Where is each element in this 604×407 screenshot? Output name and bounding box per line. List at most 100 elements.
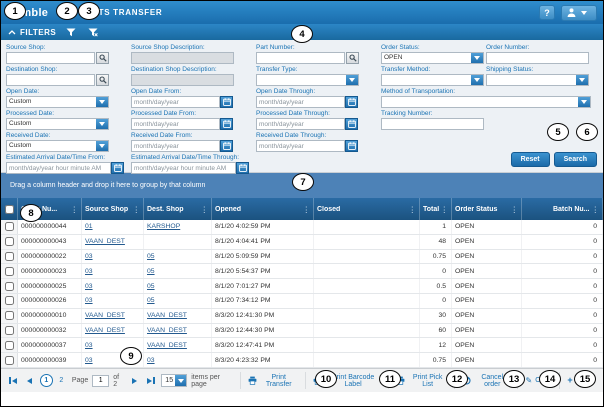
destination-shop-input[interactable]: [6, 74, 95, 86]
chevron-down-icon[interactable]: [96, 119, 108, 129]
received-date-from-input[interactable]: [131, 140, 220, 152]
table-row[interactable]: 000000000023 03 05 8/1/20 5:54:37 PM 0 OPEN 0: [1, 264, 603, 280]
cell-dest-shop[interactable]: 05: [144, 249, 212, 264]
shop-link[interactable]: VAAN_DEST: [147, 342, 187, 349]
column-header-source-shop[interactable]: Source Shop ⋮: [82, 198, 144, 220]
estimated-arrival-through-input[interactable]: [131, 162, 236, 174]
shop-link[interactable]: 03: [147, 357, 155, 364]
shop-link[interactable]: 03: [85, 253, 93, 260]
row-checkbox[interactable]: [4, 355, 14, 365]
table-row[interactable]: 000000000025 03 05 8/1/20 7:01:27 PM 0.5 OPEN…: [1, 279, 603, 294]
row-checkbox[interactable]: [4, 251, 14, 261]
select-all-checkbox[interactable]: [4, 204, 14, 214]
shop-link[interactable]: KARSHOP: [147, 223, 180, 230]
save-filter-icon[interactable]: [64, 26, 78, 38]
calendar-icon[interactable]: [220, 118, 233, 130]
column-header-opened[interactable]: Opened ⋮: [212, 198, 314, 220]
row-checkbox[interactable]: [4, 222, 14, 232]
transfer-type-select[interactable]: [256, 74, 359, 86]
processed-date-from-input[interactable]: [131, 118, 220, 130]
calendar-icon[interactable]: [236, 162, 249, 174]
chevron-down-icon[interactable]: [346, 75, 358, 85]
calendar-icon[interactable]: [345, 140, 358, 152]
table-row[interactable]: 000000000043 VAAN_DEST 8/1/20 4:04:41 PM 48…: [1, 234, 603, 250]
chevron-down-icon[interactable]: [471, 53, 483, 63]
shop-link[interactable]: 01: [85, 223, 93, 230]
column-header-dest-shop[interactable]: Dest. Shop ⋮: [144, 198, 212, 220]
page-button-2[interactable]: 2: [55, 374, 68, 387]
shipping-status-select[interactable]: [486, 74, 589, 86]
row-select-cell[interactable]: [1, 279, 18, 293]
user-menu-button[interactable]: [561, 4, 597, 21]
prev-page-icon[interactable]: [23, 374, 35, 387]
row-select-cell[interactable]: [1, 264, 18, 279]
column-menu-icon[interactable]: ⋮: [71, 205, 79, 214]
table-row[interactable]: 000000000026 03 05 8/1/20 7:34:12 PM 0 OPEN 0: [1, 293, 603, 309]
shop-link[interactable]: 05: [147, 283, 155, 290]
clear-filter-icon[interactable]: [86, 26, 100, 38]
cell-source-shop[interactable]: VAAN_DEST: [82, 308, 144, 323]
calendar-icon[interactable]: [345, 96, 358, 108]
row-select-cell[interactable]: [1, 293, 18, 308]
column-menu-icon[interactable]: ⋮: [441, 205, 449, 214]
cell-source-shop[interactable]: VAAN_DEST: [82, 234, 144, 249]
row-select-cell[interactable]: [1, 338, 18, 353]
column-menu-icon[interactable]: ⋮: [409, 205, 417, 214]
estimated-arrival-from-input[interactable]: [6, 162, 111, 174]
chevron-down-icon[interactable]: [96, 141, 108, 151]
table-row[interactable]: 000000000010 VAAN_DEST VAAN_DEST 8/3/20 12:…: [1, 308, 603, 324]
next-page-icon[interactable]: [128, 374, 140, 387]
collapse-chevron-icon[interactable]: [8, 29, 16, 35]
shop-link[interactable]: VAAN_DEST: [85, 312, 125, 319]
shop-link[interactable]: VAAN_DEST: [85, 327, 125, 334]
table-row[interactable]: 000000000039 03 03 8/3/20 4:23:32 PM 0.75 OPE…: [1, 353, 603, 368]
column-menu-icon[interactable]: ⋮: [133, 205, 141, 214]
row-select-cell[interactable]: [1, 353, 18, 367]
shop-link[interactable]: 05: [147, 253, 155, 260]
open-date-through-input[interactable]: [256, 96, 345, 108]
open-date-from-input[interactable]: [131, 96, 220, 108]
row-select-cell[interactable]: [1, 308, 18, 323]
shop-link[interactable]: 03: [85, 342, 93, 349]
action-print-transfer[interactable]: Print Transfer: [239, 372, 305, 389]
lookup-icon[interactable]: [96, 52, 109, 64]
received-date-select[interactable]: Custom: [6, 140, 109, 152]
chevron-down-icon[interactable]: [96, 97, 108, 107]
cell-dest-shop[interactable]: VAAN_DEST: [144, 308, 212, 323]
table-row[interactable]: 000000000032 VAAN_DEST VAAN_DEST 8/3/20 12:…: [1, 323, 603, 339]
chevron-down-icon[interactable]: [578, 97, 590, 107]
column-menu-icon[interactable]: ⋮: [592, 205, 600, 214]
table-row[interactable]: 000000000037 03 VAAN_DEST 8/3/20 12:47:41 P…: [1, 338, 603, 354]
method-of-transportation-select[interactable]: [381, 96, 591, 108]
shop-link[interactable]: 03: [85, 268, 93, 275]
row-checkbox[interactable]: [4, 266, 14, 276]
order-status-select[interactable]: OPEN: [381, 52, 484, 64]
lookup-icon[interactable]: [346, 52, 359, 64]
calendar-icon[interactable]: [345, 118, 358, 130]
shop-link[interactable]: 05: [147, 268, 155, 275]
cell-dest-shop[interactable]: VAAN_DEST: [144, 323, 212, 338]
row-checkbox[interactable]: [4, 325, 14, 335]
row-select-cell[interactable]: [1, 323, 18, 338]
column-header-order-status[interactable]: Order Status ⋮: [452, 198, 522, 220]
page-number-input[interactable]: [92, 374, 110, 387]
chevron-down-icon[interactable]: [576, 75, 588, 85]
lookup-icon[interactable]: [96, 74, 109, 86]
row-checkbox[interactable]: [4, 281, 14, 291]
select-all-cell[interactable]: [1, 198, 18, 220]
cell-source-shop[interactable]: 03: [82, 264, 144, 279]
tracking-number-input[interactable]: [381, 118, 484, 130]
column-menu-icon[interactable]: ⋮: [303, 205, 311, 214]
order-number-input[interactable]: [486, 52, 589, 64]
chevron-down-icon[interactable]: [471, 75, 483, 85]
shop-link[interactable]: 05: [147, 297, 155, 304]
column-header-batch-nu[interactable]: Batch Nu... ⋮: [522, 198, 603, 220]
cell-dest-shop[interactable]: 05: [144, 293, 212, 308]
shop-link[interactable]: VAAN_DEST: [85, 238, 125, 245]
cell-source-shop[interactable]: 03: [82, 293, 144, 308]
row-checkbox[interactable]: [4, 311, 14, 321]
shop-link[interactable]: 03: [85, 297, 93, 304]
row-select-cell[interactable]: [1, 220, 18, 234]
first-page-icon[interactable]: [7, 374, 19, 387]
cell-dest-shop[interactable]: KARSHOP: [144, 220, 212, 234]
